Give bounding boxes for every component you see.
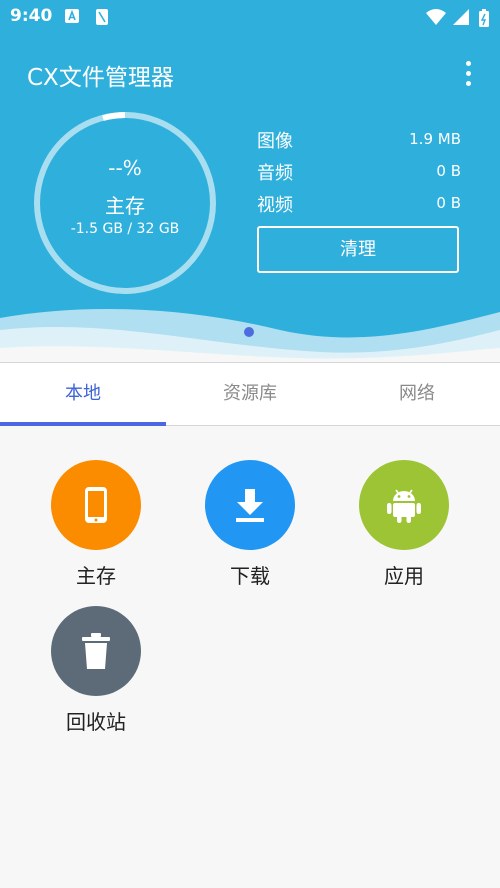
signal-icon (453, 9, 469, 25)
storage-label: 主存 (105, 194, 145, 218)
stat-label-video: 视频 (257, 195, 293, 216)
header: 9:40 CX文件管理器 --% 主存 -1.5 GB / 32 GB 图像 1… (0, 0, 500, 362)
grid-item-recycle-bin[interactable]: 回收站 (31, 606, 161, 735)
grid-label-apps: 应用 (384, 564, 424, 588)
status-time: 9:40 (10, 6, 53, 26)
app-title: CX文件管理器 (27, 65, 174, 91)
tab-bar: 本地 资源库 网络 (0, 362, 500, 426)
apps-circle (359, 460, 449, 550)
status-bar: 9:40 (0, 0, 500, 34)
tab-network[interactable]: 网络 (334, 363, 500, 425)
grid-item-downloads[interactable]: 下载 (185, 460, 315, 589)
sim-card-icon (96, 9, 108, 25)
stat-label-images: 图像 (257, 131, 293, 152)
grid-label-recycle-bin: 回收站 (66, 710, 126, 734)
trash-icon (82, 633, 110, 669)
stat-value-images: 1.9 MB (409, 130, 461, 148)
main-storage-circle (51, 460, 141, 550)
stat-value-audio: 0 B (436, 162, 461, 180)
page-indicator-dot (244, 327, 254, 337)
clean-button[interactable]: 清理 (257, 226, 459, 273)
menu-dot-icon (466, 71, 471, 76)
wifi-icon (426, 9, 446, 25)
battery-icon (479, 9, 489, 27)
recycle-bin-circle (51, 606, 141, 696)
tab-local[interactable]: 本地 (0, 363, 166, 425)
grid-item-main-storage[interactable]: 主存 (31, 460, 161, 589)
grid-label-main-storage: 主存 (76, 564, 116, 588)
android-icon (387, 489, 421, 523)
tab-library[interactable]: 资源库 (167, 363, 333, 425)
overflow-menu-button[interactable] (455, 58, 483, 88)
phone-icon (85, 487, 107, 523)
tab-indicator (0, 422, 166, 426)
download-icon (236, 489, 264, 522)
stat-value-video: 0 B (436, 194, 461, 212)
downloads-circle (205, 460, 295, 550)
storage-percent: --% (108, 156, 142, 180)
menu-dot-icon (466, 81, 471, 86)
storage-usage: -1.5 GB / 32 GB (70, 221, 180, 237)
stat-label-audio: 音频 (257, 163, 293, 184)
menu-dot-icon (466, 61, 471, 66)
keyboard-notification-icon (65, 9, 79, 23)
grid-item-apps[interactable]: 应用 (339, 460, 469, 589)
grid-label-downloads: 下载 (230, 564, 270, 588)
